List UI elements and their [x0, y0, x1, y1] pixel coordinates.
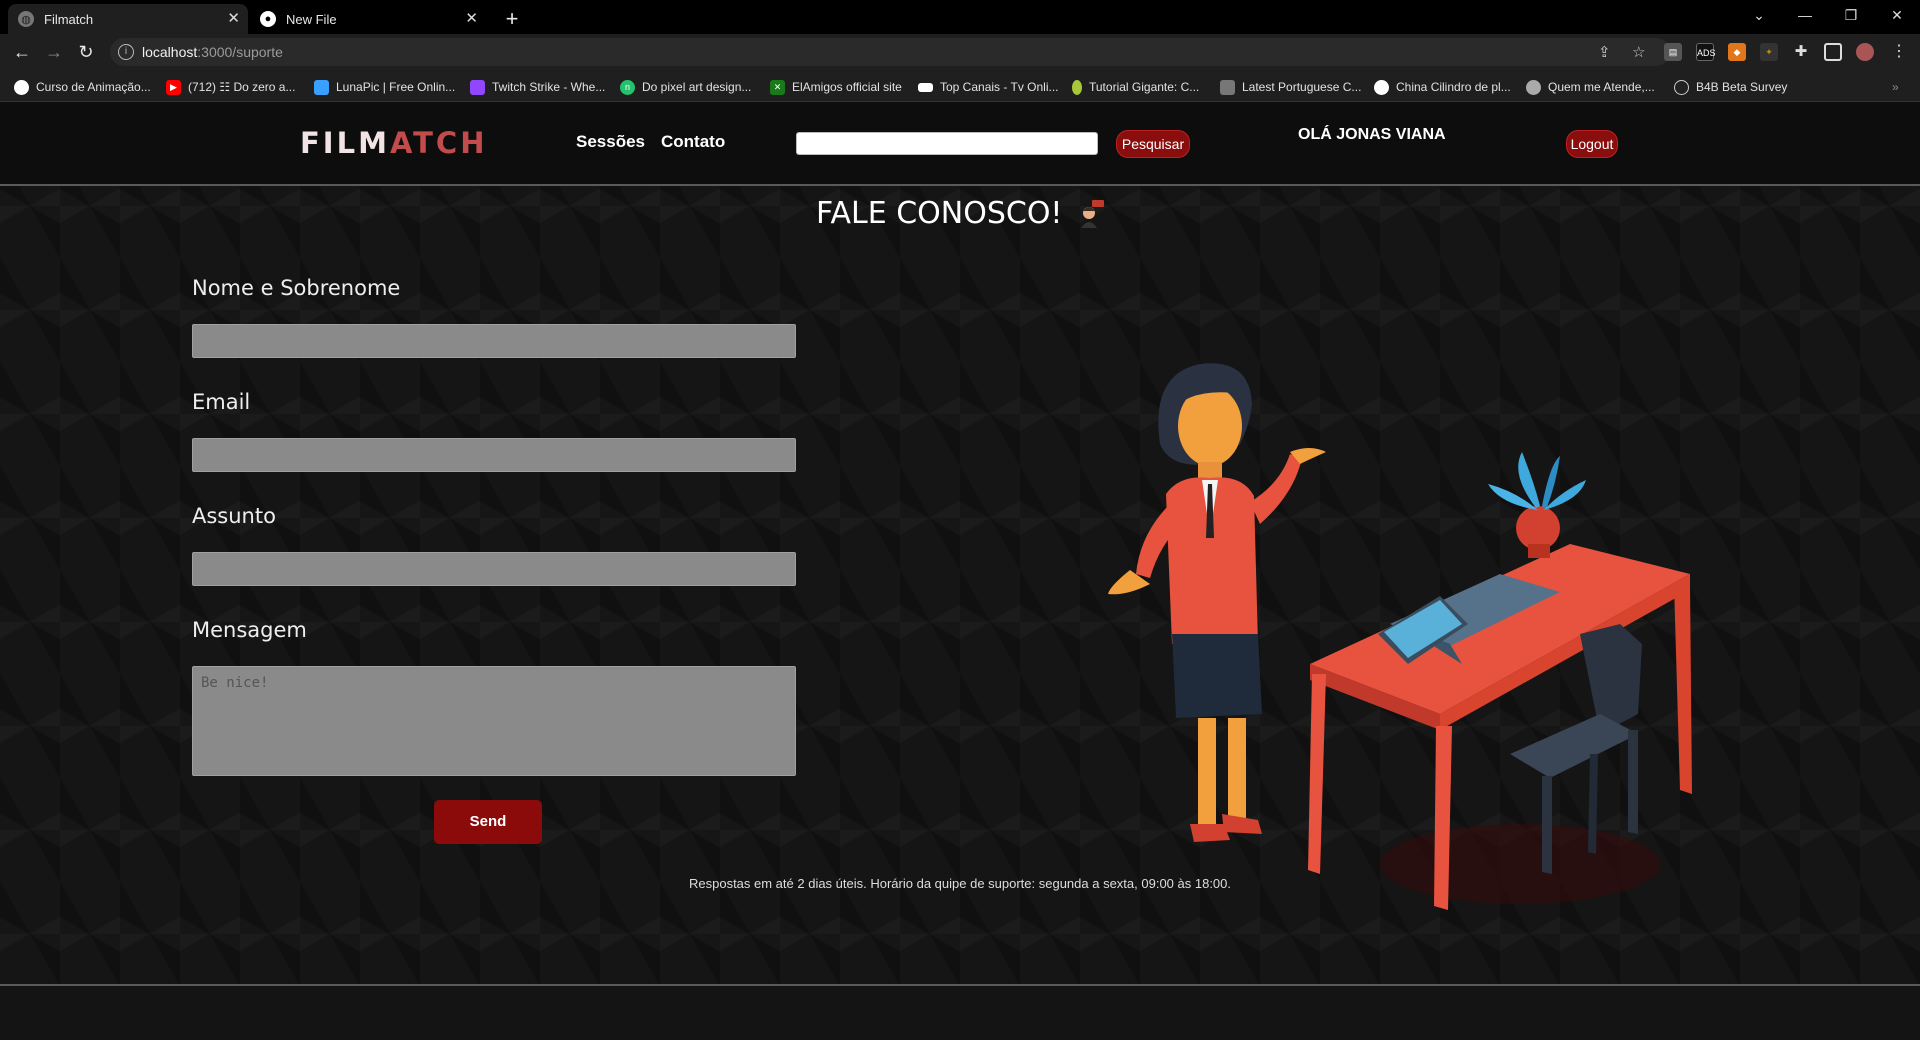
restore-button[interactable]: ❐ — [1828, 0, 1874, 30]
menu-icon[interactable]: ⋮ — [1890, 43, 1908, 61]
close-tab-icon[interactable]: ✕ — [227, 9, 240, 27]
bookmark-item[interactable]: Twitch Strike - Whe... — [470, 78, 605, 96]
name-field[interactable] — [192, 324, 796, 358]
user-greeting: OLÁ JONAS VIANA — [1298, 126, 1446, 143]
tv-icon — [918, 82, 933, 92]
bookmark-item[interactable]: B4B Beta Survey — [1674, 78, 1787, 96]
youtube-icon: ▶ — [166, 79, 181, 95]
support-agent-icon — [1078, 199, 1105, 230]
bookmark-favicon-icon — [1220, 79, 1235, 95]
message-label: Mensagem — [192, 618, 307, 642]
twitch-icon — [470, 79, 485, 95]
bookmark-favicon-icon — [1674, 79, 1689, 95]
close-window-button[interactable]: ✕ — [1874, 0, 1920, 30]
puzzle-icon[interactable]: ✚ — [1792, 43, 1810, 61]
more-bookmarks-icon[interactable]: » — [1892, 78, 1899, 96]
support-illustration — [1090, 334, 1730, 934]
bookmark-item[interactable]: Quem me Atende,... — [1526, 78, 1655, 96]
browser-tab-bar: ◍ Filmatch ✕ ● New File ✕ + ⌄ — ❐ ✕ — [0, 0, 1920, 34]
bookmark-item[interactable]: ▶ (712) ☷ Do zero a... — [166, 78, 295, 96]
bookmark-item[interactable]: Tutorial Gigante: C... — [1072, 78, 1199, 96]
browser-toolbar: ← → ↻ i localhost:3000/suporte ⇪ ☆ ▤ ADS… — [0, 34, 1920, 70]
back-icon[interactable]: ← — [10, 40, 34, 64]
site-info-icon[interactable]: i — [118, 44, 134, 60]
tab-filmatch[interactable]: ◍ Filmatch ✕ — [8, 4, 248, 34]
bookmarks-bar: Curso de Animação... ▶ (712) ☷ Do zero a.… — [0, 70, 1920, 102]
bookmark-item[interactable]: Curso de Animação... — [14, 78, 151, 96]
message-textarea[interactable]: Be nice! — [192, 666, 796, 776]
bookmark-item[interactable]: ✕ ElAmigos official site — [770, 78, 902, 96]
github-icon: ● — [260, 11, 276, 27]
ads-extension-icon[interactable]: ADS — [1696, 43, 1716, 61]
share-icon[interactable]: ⇪ — [1598, 43, 1611, 61]
extension-icon[interactable]: ✦ — [1760, 43, 1778, 61]
search-button[interactable]: Pesquisar — [1116, 130, 1190, 158]
email-label: Email — [192, 390, 251, 414]
bookmark-item[interactable]: Latest Portuguese C... — [1220, 78, 1361, 96]
metamask-icon[interactable]: ◆ — [1728, 43, 1746, 61]
page-title: FALE CONOSCO! — [0, 196, 1920, 231]
bookmark-favicon-icon: n — [620, 79, 635, 95]
nav-sessoes-link[interactable]: Sessões — [576, 132, 645, 152]
site-footer — [0, 984, 1920, 1040]
reload-icon[interactable]: ↻ — [74, 40, 98, 64]
site-logo[interactable]: FILMATCH — [300, 126, 487, 160]
name-label: Nome e Sobrenome — [192, 276, 401, 300]
bookmark-favicon-icon: ✕ — [770, 79, 785, 95]
site-header: FILMATCH Sessões Contato Pesquisar OLÁ J… — [0, 102, 1920, 186]
bookmark-star-icon[interactable]: ☆ — [1632, 43, 1645, 61]
minimize-button[interactable]: — — [1782, 0, 1828, 30]
tab-search-icon[interactable]: ⌄ — [1736, 0, 1782, 30]
address-bar[interactable]: i localhost:3000/suporte ⇪ ☆ — [110, 38, 1670, 66]
bookmark-favicon-icon — [1374, 79, 1389, 95]
bookmark-item[interactable]: LunaPic | Free Onlin... — [314, 78, 455, 96]
search-input[interactable] — [796, 132, 1098, 155]
avatar[interactable] — [1856, 43, 1874, 61]
bookmark-favicon-icon — [1526, 79, 1541, 95]
logout-button[interactable]: Logout — [1566, 130, 1618, 158]
bookmark-favicon-icon — [314, 79, 329, 95]
subject-field[interactable] — [192, 552, 796, 586]
extension-icon[interactable]: ▤ — [1664, 43, 1682, 61]
bookmark-item[interactable]: China Cilindro de pl... — [1374, 78, 1511, 96]
url-text: localhost:3000/suporte — [142, 44, 283, 60]
side-panel-icon[interactable] — [1824, 43, 1842, 61]
email-field[interactable] — [192, 438, 796, 472]
close-tab-icon[interactable]: ✕ — [465, 9, 478, 27]
globe-icon: ◍ — [18, 11, 34, 27]
tab-title: New File — [286, 11, 337, 27]
new-tab-button[interactable]: + — [498, 4, 526, 34]
bookmark-favicon-icon — [14, 79, 29, 95]
page-content: FILMATCH Sessões Contato Pesquisar OLÁ J… — [0, 102, 1920, 1040]
nav-contato-link[interactable]: Contato — [661, 132, 725, 152]
tab-new-file[interactable]: ● New File ✕ — [250, 4, 486, 34]
bookmark-favicon-icon — [1072, 79, 1082, 95]
send-button[interactable]: Send — [434, 800, 542, 844]
bookmark-item[interactable]: Top Canais - Tv Onli... — [918, 78, 1059, 96]
tab-title: Filmatch — [44, 11, 94, 27]
subject-label: Assunto — [192, 504, 276, 528]
forward-icon[interactable]: → — [42, 40, 66, 64]
bookmark-item[interactable]: n Do pixel art design... — [620, 78, 751, 96]
